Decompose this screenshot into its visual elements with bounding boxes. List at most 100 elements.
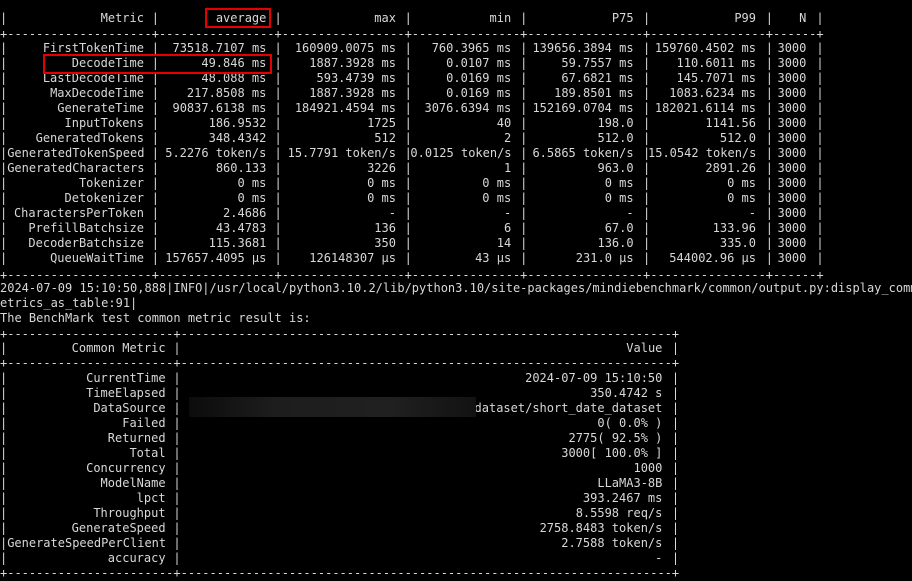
metric-name: Throughput (93, 506, 166, 520)
metric-value: 0 ms (727, 176, 756, 190)
metric-value: 0 ms (367, 191, 396, 205)
table-row: | | | GenerateSpeedPerClient 2.7588 token/… (0, 536, 912, 551)
metric-name: QueueWaitTime (50, 251, 144, 265)
column-header-common-metric: Common Metric (71, 341, 166, 355)
metric-value: 182021.6114 ms (654, 101, 756, 115)
metric-name: MaxDecodeTime (50, 86, 144, 100)
metric-value: 40 (496, 116, 512, 130)
metric-value: 0 ms (237, 191, 267, 205)
metric-value: 2.4686 (223, 206, 267, 220)
metric-value: 43 μs (475, 251, 512, 265)
metric-name: Failed (122, 416, 166, 430)
metric-value: 198.0 (597, 116, 634, 130)
metric-value: 335.0 (719, 236, 756, 250)
table-row: | | | ModelName LLaMA3-8B (0, 476, 912, 491)
log-line: The BenchMark test common metric result … (0, 311, 311, 325)
metric-value: 2 (503, 131, 512, 145)
metric-value: 0 ms (482, 176, 512, 190)
metric-value: 3000 (777, 86, 807, 100)
column-header-p99: P99 (734, 11, 756, 25)
table-row: | | | GenerateSpeed 2758.8483 token/s (0, 521, 912, 536)
metric-value: 2.7588 token/s (561, 536, 663, 550)
metric-value: 136.0 (597, 236, 634, 250)
metric-name: GenerateSpeedPerClient (7, 536, 167, 550)
metric-name: GenerateTime (57, 101, 144, 115)
metric-name: DataSource (93, 401, 166, 415)
table2-header-row: | | | Common Metric Value (0, 341, 912, 356)
table-row: | | | | | | | | GeneratedTokenSpeed 5.2276… (0, 146, 912, 161)
metric-name: TimeElapsed (86, 386, 166, 400)
table-row: | | | accuracy - (0, 551, 912, 566)
metric-value: 860.133 (215, 161, 267, 175)
metric-value: 3000 (777, 116, 807, 130)
metric-name: accuracy (107, 551, 166, 565)
metric-value: 0.0125 token/s (410, 146, 512, 160)
metric-value: 0 ms (237, 176, 267, 190)
metric-value: 760.3965 ms (431, 41, 512, 55)
metric-value: 2758.8483 token/s (539, 521, 663, 535)
metric-value: 2891.26 (705, 161, 756, 175)
metric-value: 0.0169 ms (446, 71, 512, 85)
metric-name: PrefillBatchsize (28, 221, 144, 235)
metric-value: 6 (503, 221, 512, 235)
metric-value: 3000 (777, 131, 807, 145)
metric-name: CurrentTime (86, 371, 166, 385)
metric-value: - (626, 206, 634, 220)
table-row: | | | CurrentTime 2024-07-09 15:10:50 (0, 371, 912, 386)
metric-value: 160909.0075 ms (294, 41, 396, 55)
table-row: | | | | | | | | GeneratedCharacters 860.13… (0, 161, 912, 176)
table-row: | | | | | | | | GeneratedTokens 348.4342 51… (0, 131, 912, 146)
column-header-value: Value (626, 341, 663, 355)
metric-name: Total (129, 446, 166, 460)
metric-value: 1 (503, 161, 512, 175)
metric-value: 3000 (777, 206, 807, 220)
metric-value: 15.0542 token/s (648, 146, 757, 160)
metric-value: - (503, 206, 512, 220)
metric-value: 2024-07-09 15:10:50 (525, 371, 663, 385)
metric-value: 15.7791 token/s (287, 146, 396, 160)
metric-name: GeneratedTokens (35, 131, 144, 145)
metric-value: 217.8508 ms (186, 86, 267, 100)
metric-value: 8.5598 req/s (575, 506, 663, 520)
table-row: | | | | | | | | QueueWaitTime 157657.4095 … (0, 251, 912, 266)
metric-name: InputTokens (64, 116, 144, 130)
table-row: | | | | | | | | InputTokens 186.9532 1725 40… (0, 116, 912, 131)
metric-value: 1725 (367, 116, 396, 130)
metric-value: 2775( 92.5% ) (568, 431, 663, 445)
metric-value: 512.0 (719, 131, 756, 145)
metric-value: 43.4783 (215, 221, 267, 235)
metric-value: 0 ms (604, 191, 634, 205)
column-header-metric: Metric (100, 11, 144, 25)
redacted-path-blur (189, 397, 476, 417)
metric-value: 110.6011 ms (676, 56, 756, 70)
metric-value: - (388, 206, 396, 220)
metric-value: 152169.0704 ms (532, 101, 634, 115)
table1-header-row: | | | | | | | | Metric average max min P75 P99… (0, 11, 912, 26)
metric-value: 3000 (777, 221, 807, 235)
metric-value: 1083.6234 ms (669, 86, 756, 100)
metric-value: 6.5865 token/s (532, 146, 634, 160)
metric-value: 184921.4594 ms (294, 101, 396, 115)
log-line: etrics_as_table:91| (0, 296, 138, 310)
metric-value: 159760.4502 ms (654, 41, 756, 55)
table-row: | | | | | | | | Detokenizer 0 ms 0 ms 0 ms 0 … (0, 191, 912, 206)
log-line: 2024-07-09 15:10:50,888|INFO|/usr/local/… (0, 281, 912, 295)
table-row: | | | | | | | | CharactersPerToken 2.4686-… (0, 206, 912, 221)
highlight-decode-time-row (43, 54, 272, 74)
column-header-n: N (799, 11, 807, 25)
highlight-average-header (205, 8, 271, 28)
table-row: | | | | | | | | GenerateTime 90837.6138 ms… (0, 101, 912, 116)
metric-value: 593.4739 ms (316, 71, 396, 85)
metric-value: 1887.3928 ms (309, 56, 396, 70)
metric-value: 157657.4095 μs (165, 251, 267, 265)
metric-name: GenerateSpeed (71, 521, 166, 535)
metric-name: GeneratedTokenSpeed (7, 146, 145, 160)
table-separator: +-----------------------+---------------… (0, 356, 680, 370)
metric-value: 348.4342 (208, 131, 267, 145)
metric-name: lpct (136, 491, 166, 505)
metric-value: 0( 0.0% ) (597, 416, 663, 430)
metric-value: 126148307 μs (309, 251, 396, 265)
metric-value: 1887.3928 ms (309, 86, 396, 100)
metric-value: 139656.3894 ms (532, 41, 634, 55)
metric-value: 5.2276 token/s (165, 146, 267, 160)
